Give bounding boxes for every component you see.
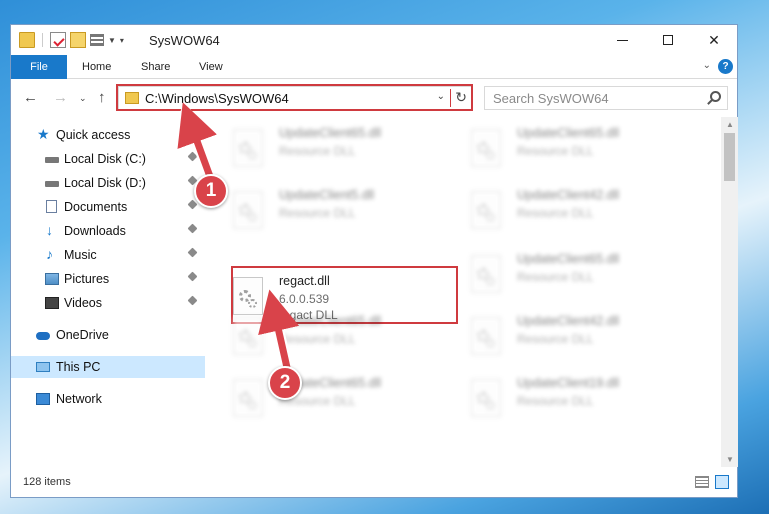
annotation-arrow-1	[177, 102, 300, 378]
step-1-badge: 1	[194, 174, 228, 208]
step-2-badge: 2	[268, 366, 302, 400]
